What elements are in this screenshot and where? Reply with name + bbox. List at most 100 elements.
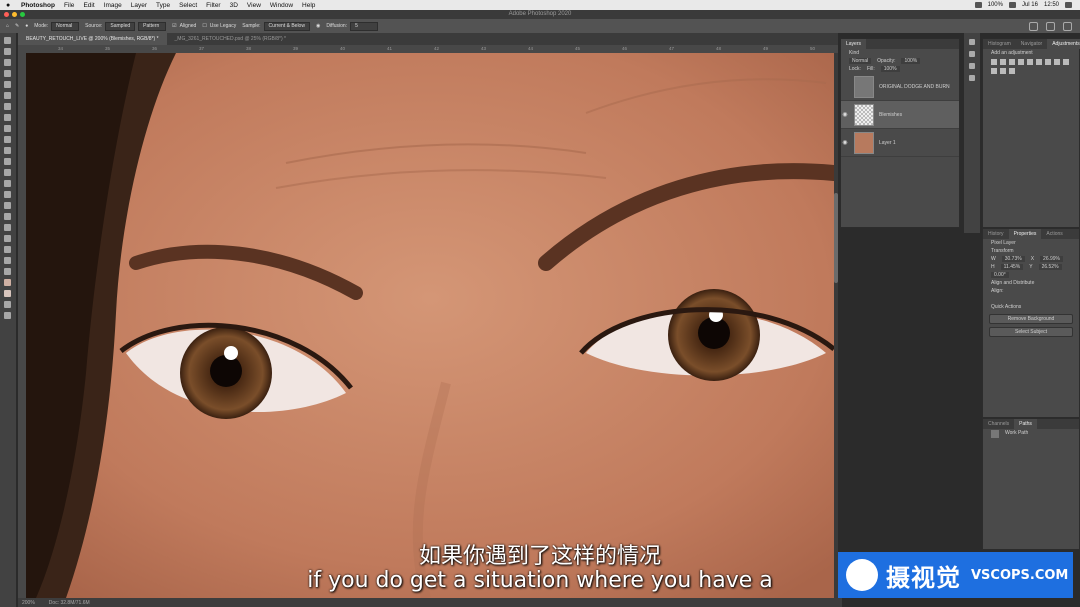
frame-tool-icon[interactable] <box>4 92 11 99</box>
search-icon[interactable] <box>1029 22 1038 31</box>
lasso-tool-icon[interactable] <box>4 59 11 66</box>
vibrance-icon[interactable] <box>1027 59 1033 65</box>
exposure-icon[interactable] <box>1018 59 1024 65</box>
swatches-icon[interactable] <box>969 63 975 69</box>
sample-select[interactable]: Current & Below <box>263 21 310 31</box>
type-tool-icon[interactable] <box>4 213 11 220</box>
eyedropper-tool-icon[interactable] <box>4 103 11 110</box>
source-sampled-button[interactable]: Sampled <box>105 21 136 31</box>
menu-app-name[interactable]: Photoshop <box>21 2 55 9</box>
kind-filter[interactable]: Kind <box>849 50 859 56</box>
apple-icon[interactable]: ● <box>6 2 14 9</box>
color-lookup-icon[interactable] <box>1000 68 1006 74</box>
battery-icon[interactable] <box>1008 2 1016 8</box>
aligned-checkbox[interactable]: ☑ <box>172 23 176 29</box>
brush-panel-icon[interactable] <box>969 39 975 45</box>
quick-select-tool-icon[interactable] <box>4 70 11 77</box>
marquee-tool-icon[interactable] <box>4 48 11 55</box>
tab-beauty-retouch[interactable]: BEAUTY_RETOUCH_LIVE @ 200% (Blemishes, R… <box>18 33 167 45</box>
stamp-tool-icon[interactable] <box>4 136 11 143</box>
hue-saturation-icon[interactable] <box>1036 59 1042 65</box>
source-pattern-button[interactable]: Pattern <box>138 21 167 31</box>
menu-3d[interactable]: 3D <box>230 2 238 9</box>
curves-icon[interactable] <box>1009 59 1015 65</box>
menu-image[interactable]: Image <box>104 2 122 9</box>
menu-filter[interactable]: Filter <box>206 2 220 9</box>
tab-properties[interactable]: Properties <box>1008 229 1042 239</box>
tab-histogram[interactable]: Histogram <box>983 39 1016 49</box>
hand-tool-icon[interactable] <box>4 246 11 253</box>
brush-tool-icon[interactable] <box>4 125 11 132</box>
workspace-icon[interactable] <box>1046 22 1055 31</box>
black-white-icon[interactable] <box>1054 59 1060 65</box>
photo-filter-icon[interactable] <box>1063 59 1069 65</box>
eye-icon[interactable]: ◉ <box>841 111 849 118</box>
layer-row-dodge-burn[interactable]: ORIGINAL DODGE AND BURN <box>841 73 959 101</box>
brush-size-control[interactable]: ● <box>25 23 28 29</box>
document-canvas[interactable] <box>26 53 834 598</box>
blur-tool-icon[interactable] <box>4 180 11 187</box>
paragraph-icon[interactable] <box>969 75 975 81</box>
pressure-icon[interactable]: ◉ <box>316 23 320 29</box>
scrollbar-thumb[interactable] <box>834 193 838 283</box>
mode-select[interactable]: Normal <box>51 21 80 31</box>
menu-file[interactable]: File <box>64 2 74 9</box>
foreground-color-swatch[interactable] <box>4 279 11 286</box>
search-icon[interactable] <box>1065 2 1072 8</box>
tab-navigator[interactable]: Navigator <box>1016 39 1047 49</box>
tab-mg-3261[interactable]: _MG_3261_RETOUCHED.psd @ 25% (RGB/8*) * <box>167 33 294 45</box>
brightness-icon[interactable] <box>991 59 997 65</box>
legacy-checkbox[interactable]: ☐ <box>202 23 206 29</box>
history-brush-tool-icon[interactable] <box>4 147 11 154</box>
path-row[interactable]: Work Path <box>983 429 1079 439</box>
gradient-tool-icon[interactable] <box>4 169 11 176</box>
diffusion-select[interactable]: 5 <box>350 21 379 31</box>
tab-layers[interactable]: Layers <box>841 39 867 49</box>
dodge-tool-icon[interactable] <box>4 191 11 198</box>
menu-help[interactable]: Help <box>302 2 315 9</box>
w-input[interactable]: 30.73% <box>1001 256 1025 262</box>
remove-background-button[interactable]: Remove Background <box>989 314 1073 324</box>
layer-row-blemishes[interactable]: ◉ Blemishes <box>841 101 959 129</box>
healing-tool-icon[interactable] <box>4 114 11 121</box>
pen-tool-icon[interactable] <box>4 202 11 209</box>
healing-brush-icon[interactable]: ✎ <box>15 23 19 29</box>
menu-layer[interactable]: Layer <box>131 2 147 9</box>
y-input[interactable]: 26.52% <box>1038 264 1062 270</box>
background-color-swatch[interactable] <box>4 290 11 297</box>
tab-channels[interactable]: Channels <box>983 419 1014 429</box>
fill-input[interactable]: 100% <box>880 66 900 72</box>
crop-tool-icon[interactable] <box>4 81 11 88</box>
zoom-tool-icon[interactable] <box>4 257 11 264</box>
shape-tool-icon[interactable] <box>4 235 11 242</box>
more-tools-icon[interactable] <box>4 268 11 275</box>
blend-mode-select[interactable]: Normal <box>849 58 872 64</box>
menu-select[interactable]: Select <box>179 2 197 9</box>
h-input[interactable]: 11.45% <box>1000 264 1024 270</box>
x-input[interactable]: 26.99% <box>1040 256 1064 262</box>
move-tool-icon[interactable] <box>4 37 11 44</box>
menu-edit[interactable]: Edit <box>83 2 94 9</box>
opacity-input[interactable]: 100% <box>901 58 921 64</box>
color-balance-icon[interactable] <box>1045 59 1051 65</box>
invert-icon[interactable] <box>1009 68 1015 74</box>
menu-window[interactable]: Window <box>270 2 293 9</box>
home-icon[interactable]: ⌂ <box>6 23 9 29</box>
channel-mixer-icon[interactable] <box>991 68 997 74</box>
eraser-tool-icon[interactable] <box>4 158 11 165</box>
eye-icon[interactable]: ◉ <box>841 139 849 146</box>
tab-adjustments[interactable]: Adjustments <box>1047 39 1080 49</box>
select-subject-button[interactable]: Select Subject <box>989 327 1073 337</box>
menu-type[interactable]: Type <box>156 2 170 9</box>
zoom-level[interactable]: 200% <box>22 600 35 606</box>
canvas-scrollbar[interactable] <box>834 53 838 598</box>
angle-input[interactable]: 0.00° <box>991 272 1009 278</box>
levels-icon[interactable] <box>1000 59 1006 65</box>
share-icon[interactable] <box>1063 22 1072 31</box>
tab-history[interactable]: History <box>983 229 1009 239</box>
menu-view[interactable]: View <box>247 2 261 9</box>
path-select-tool-icon[interactable] <box>4 224 11 231</box>
wifi-icon[interactable] <box>974 2 982 8</box>
layer-row-layer-1[interactable]: ◉ Layer 1 <box>841 129 959 157</box>
tab-paths[interactable]: Paths <box>1014 419 1037 429</box>
